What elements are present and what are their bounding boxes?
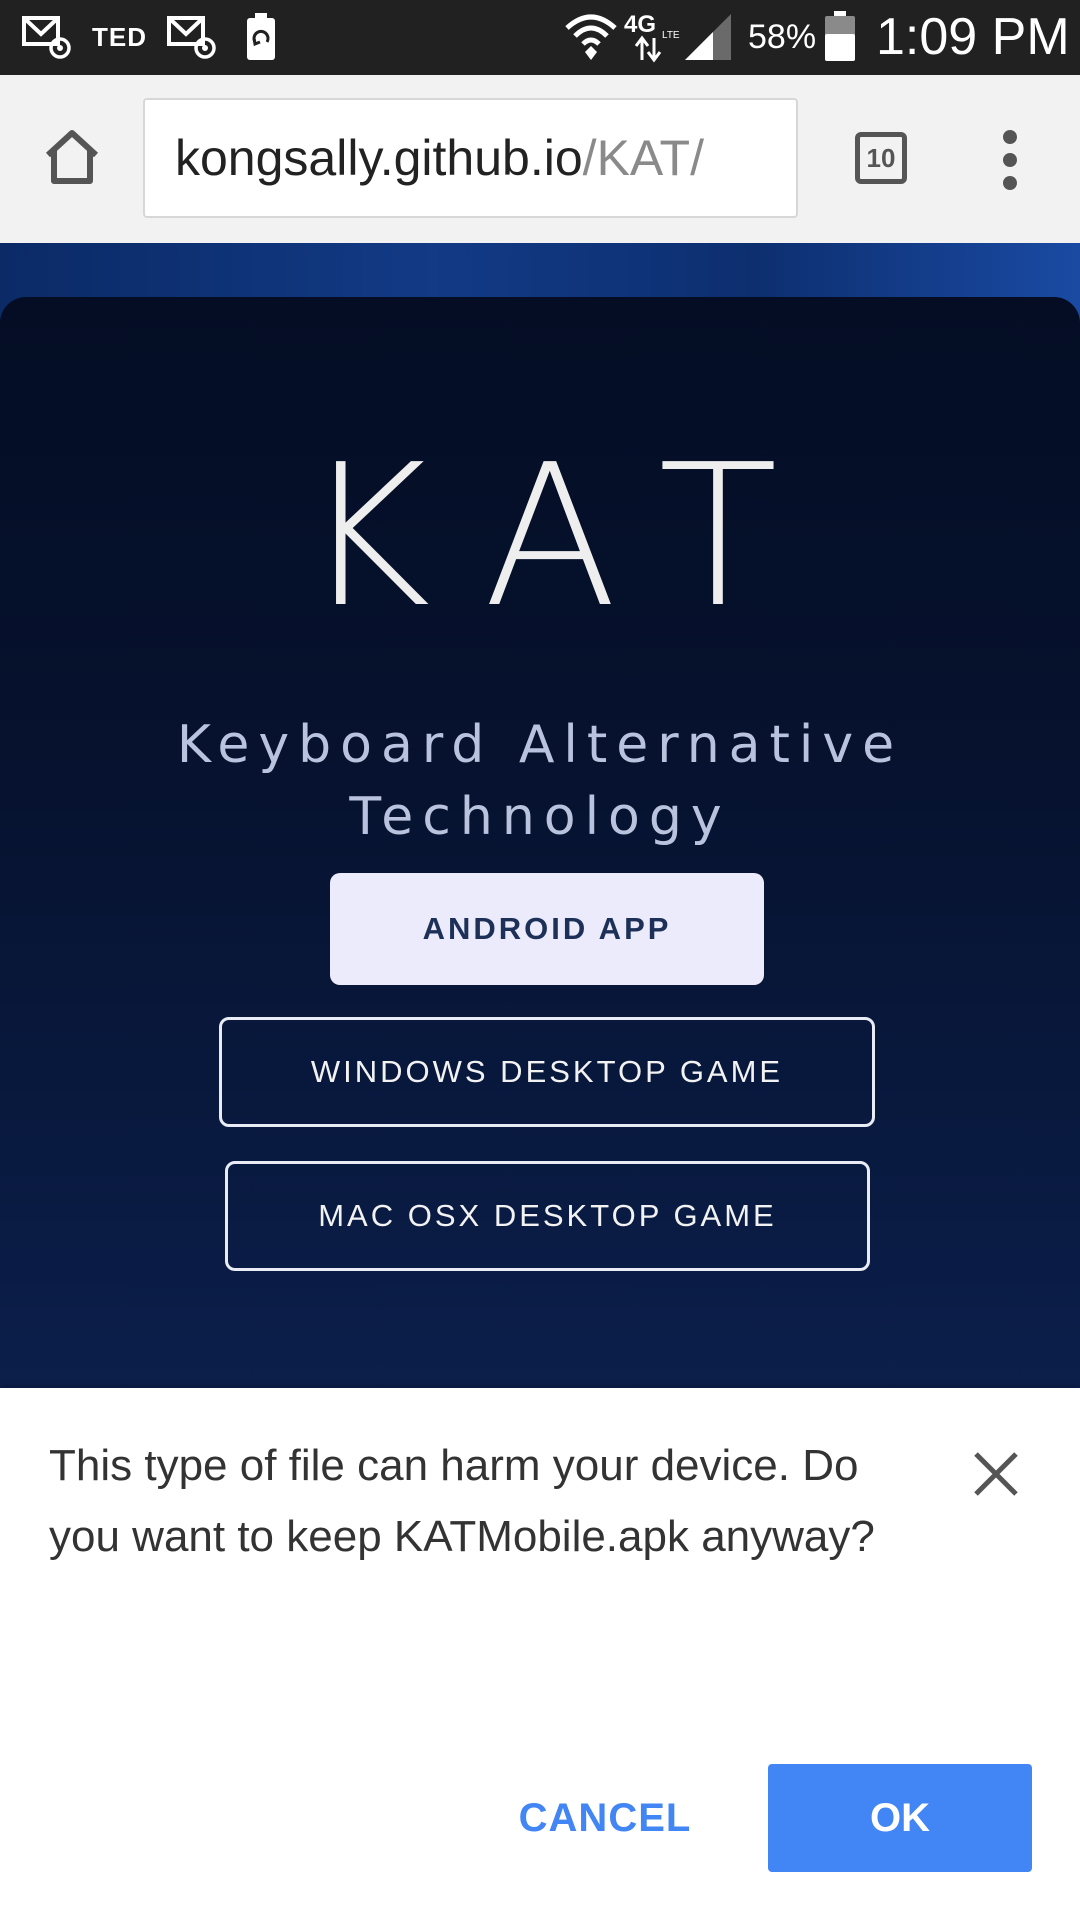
page-subtitle: Keyboard Alternative Technology	[176, 715, 904, 847]
battery-icon	[825, 11, 855, 61]
battery-percent: 58%	[748, 18, 817, 56]
hero-section: KAT Keyboard Alternative Technology ANDR…	[0, 297, 1080, 1388]
email-at-icon	[167, 16, 216, 59]
cancel-button[interactable]: CANCEL	[500, 1764, 710, 1872]
web-page: KAT Keyboard Alternative Technology ANDR…	[0, 243, 1080, 1388]
url-host: kongsally.github.io	[175, 130, 583, 186]
tab-switcher-button[interactable]: 10	[855, 132, 907, 184]
url-bar[interactable]: kongsally.github.io/KAT/	[143, 98, 798, 218]
overflow-menu-icon[interactable]	[990, 130, 1030, 190]
dialog-message: This type of file can harm your device. …	[49, 1441, 875, 1561]
email-at-icon	[22, 16, 71, 59]
network-4g-icon: 4G LTE	[624, 11, 680, 63]
ok-button[interactable]: OK	[768, 1764, 1032, 1872]
page-title: KAT	[302, 423, 834, 651]
windows-game-button[interactable]: WINDOWS DESKTOP GAME	[219, 1017, 875, 1127]
download-warning-dialog: This type of file can harm your device. …	[0, 1388, 1080, 1920]
ted-icon: TED	[92, 22, 147, 52]
svg-text:LTE: LTE	[662, 30, 680, 41]
url-path: /KAT/	[582, 130, 704, 186]
android-app-button[interactable]: ANDROID APP	[330, 873, 764, 985]
battery-recycle-icon	[247, 13, 275, 60]
step-instruction: 1. Download the Desktop App to	[145, 1379, 1045, 1388]
browser-toolbar: kongsally.github.io/KAT/ 10	[0, 75, 1080, 244]
clock: 1:09 PM	[876, 8, 1070, 66]
wifi-icon	[565, 14, 617, 60]
status-bar: TED 4G LTE 58% 1:09 PM	[0, 0, 1080, 75]
signal-icon	[685, 14, 731, 60]
close-icon[interactable]	[968, 1446, 1024, 1502]
home-icon[interactable]	[40, 125, 104, 189]
mac-game-button[interactable]: MAC OSX DESKTOP GAME	[225, 1161, 870, 1271]
svg-text:4G: 4G	[624, 11, 656, 38]
